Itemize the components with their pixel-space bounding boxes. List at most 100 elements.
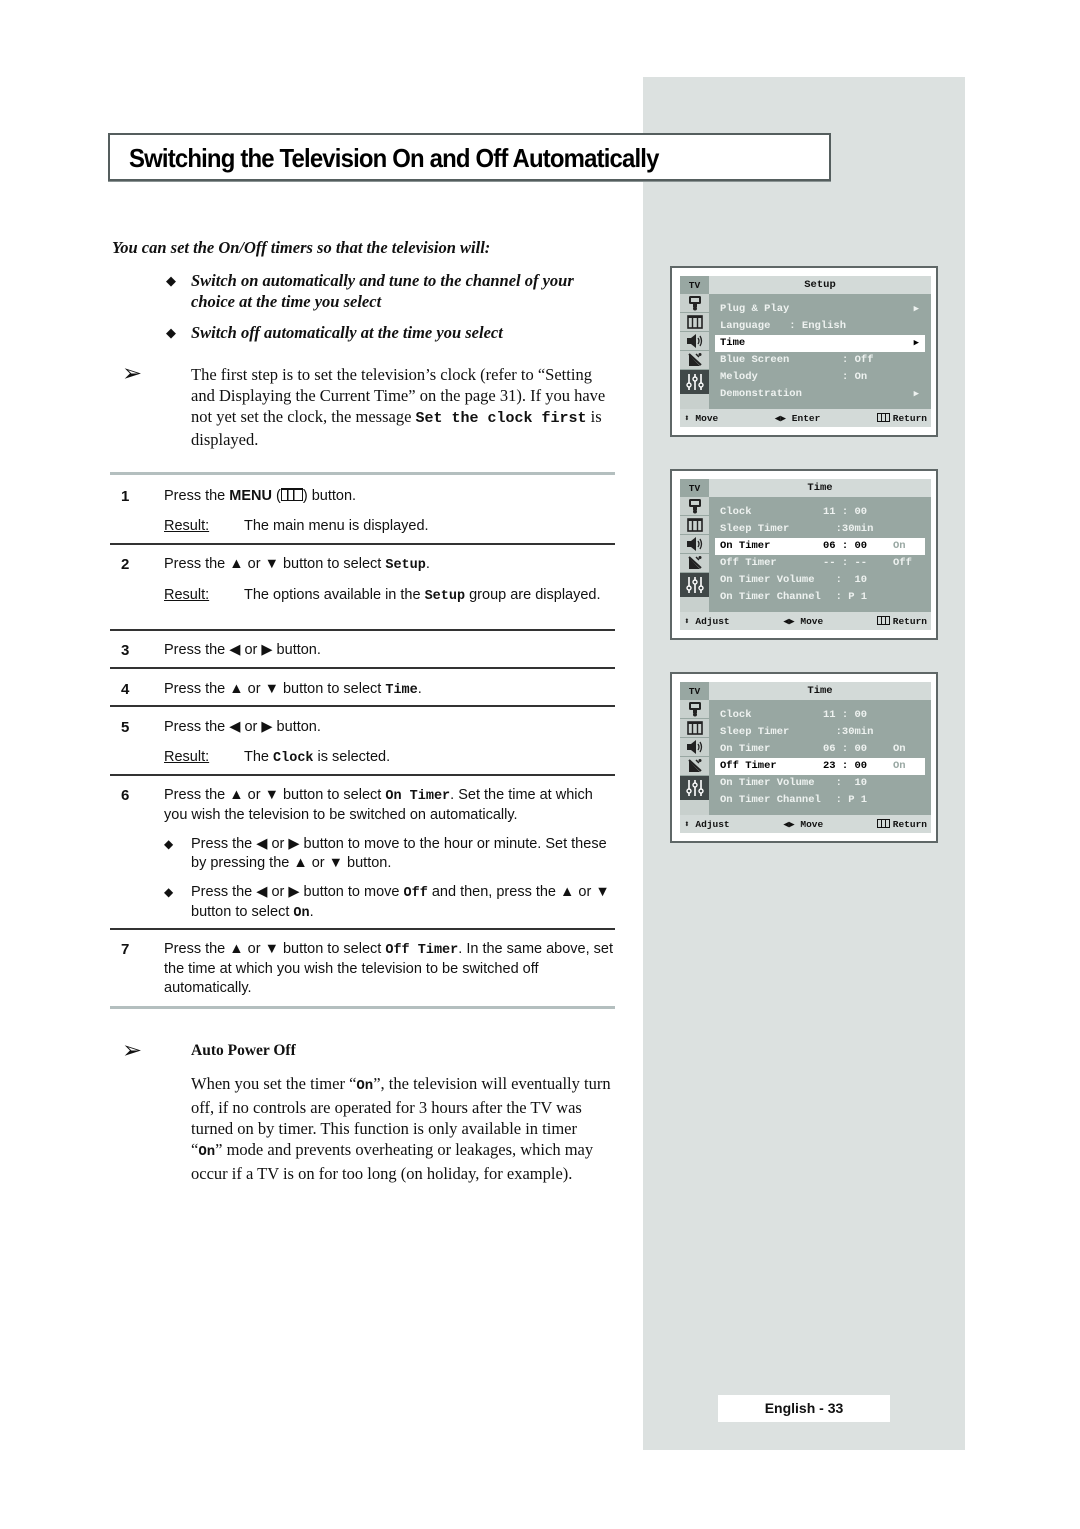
osd-menu: TV Setup Plug & Play ▶ Language : English Tim…	[680, 276, 931, 427]
osd-menu-item[interactable]: On Timer Volume : 10	[715, 572, 925, 589]
osd-item-value: : 10	[823, 777, 868, 789]
step-divider	[110, 774, 615, 776]
osd-item-label: Sleep Timer	[720, 726, 790, 738]
osd-item-value: : Off	[842, 354, 874, 366]
osd-menu-item[interactable]: Plug & Play ▶	[715, 301, 925, 318]
section-divider	[110, 1006, 615, 1009]
osd-item-value: :30min	[823, 726, 874, 738]
osd-menu-item[interactable]: Demonstration ▶	[715, 386, 925, 403]
step-1: 1 Press the MENU () button. Result: The m…	[121, 488, 429, 534]
osd-item-value: :30min	[823, 523, 874, 535]
osd-item-label: Demonstration	[720, 388, 802, 400]
intro-bullet: ◆ Switch off automatically at the time y…	[166, 323, 503, 342]
menu-icon	[280, 488, 303, 501]
step-divider	[110, 629, 615, 631]
osd-item-value: : 10	[823, 574, 868, 586]
osd-menu-item[interactable]: Language : English	[715, 318, 925, 335]
osd-item-value: 06 : 00	[823, 540, 868, 552]
step-divider	[110, 705, 615, 707]
osd-item-value: : P 1	[823, 591, 868, 603]
osd-menu-item[interactable]: Off Timer 23 : 00 On	[715, 758, 925, 775]
osd-item-state: On	[893, 760, 906, 772]
osd-item-value: 06 : 00	[823, 743, 868, 755]
osd-item-label: Time	[720, 337, 746, 349]
osd-item-value: : On	[842, 371, 868, 383]
osd-menu-item[interactable]: Melody : On	[715, 369, 925, 386]
antenna-icon	[680, 351, 709, 370]
submenu-arrow-icon: ▶	[913, 389, 919, 399]
page-number: English - 33	[718, 1395, 890, 1422]
antenna-icon	[680, 757, 709, 776]
osd-item-label: On Timer Channel	[720, 591, 821, 603]
footer-hint-return: Return	[876, 615, 927, 627]
osd-menu-item[interactable]: Sleep Timer :30min	[715, 521, 925, 538]
section-divider	[110, 472, 615, 475]
step-6-sub-bullet: ◆ Press the ◀ or ▶ button to move Off an…	[164, 884, 610, 921]
osd-footer: ⬍ Move ◀▶ Enter Return	[680, 409, 931, 427]
osd-tv-label: TV	[680, 479, 709, 497]
auto-power-off-text: When you set the timer “On”, the televis…	[191, 1074, 611, 1183]
osd-menu-item[interactable]: Blue Screen : Off	[715, 352, 925, 369]
osd-item-label: On Timer Volume	[720, 777, 815, 789]
osd-item-value: 11 : 00	[823, 709, 868, 721]
diamond-icon: ◆	[164, 837, 174, 851]
osd-title: Time	[807, 685, 833, 697]
osd-menu-item[interactable]: Off Timer -- : -- Off	[715, 555, 925, 572]
footer-hint-return: Return	[876, 818, 927, 830]
osd-item-list: Clock 11 : 00 Sleep Timer :30min On Timer 06…	[709, 700, 931, 815]
osd-item-value: 11 : 00	[823, 506, 868, 518]
osd-item-label: On Timer Channel	[720, 794, 821, 806]
osd-menu-item[interactable]: Time ▶	[715, 335, 925, 352]
osd-item-state: Off	[893, 557, 912, 569]
osd-menu-item[interactable]: Sleep Timer :30min	[715, 724, 925, 741]
osd-menu: TV Time Clock 11 : 00 Sleep Timer :30min On T…	[680, 682, 931, 833]
step-4: 4 Press the ▲ or ▼ button to select Time…	[121, 681, 422, 698]
auto-power-off-heading: Auto Power Off	[191, 1042, 296, 1059]
setup-sliders-icon	[680, 573, 709, 597]
osd-menu-item[interactable]: On Timer Channel : P 1	[715, 792, 925, 809]
osd-item-label: Sleep Timer	[720, 523, 790, 535]
osd-item-label: Melody	[720, 371, 758, 383]
osd-menu-item[interactable]: On Timer 06 : 00 On	[715, 538, 925, 555]
osd-icon-column	[680, 700, 709, 815]
diamond-icon: ◆	[166, 325, 176, 340]
step-divider	[110, 928, 615, 930]
osd-footer: ⬍ Adjust ◀▶ Move Return	[680, 612, 931, 630]
setup-sliders-icon	[680, 776, 709, 800]
osd-menu-item[interactable]: Clock 11 : 00	[715, 504, 925, 521]
osd-menu-item[interactable]: On Timer Channel : P 1	[715, 589, 925, 606]
osd-item-label: On Timer Volume	[720, 574, 815, 586]
osd-tv-label: TV	[680, 276, 709, 294]
step-5: 5 Press the ◀ or ▶ button. Result: The Cl…	[121, 719, 391, 766]
osd-header: TV Time	[680, 479, 931, 497]
message-code: Set the clock first	[415, 410, 587, 427]
footer-hint-leftright: ◀▶ Move	[783, 818, 824, 830]
osd-icon-column	[680, 294, 709, 409]
footer-return-label: Return	[892, 818, 927, 830]
osd-item-state: On	[893, 540, 906, 552]
osd-screen-1: TV Setup Plug & Play ▶ Language : English Tim…	[670, 266, 938, 437]
sound-icon	[680, 332, 709, 351]
step-2: 2 Press the ▲ or ▼ button to select Setu…	[121, 556, 601, 604]
osd-header: TV Time	[680, 682, 931, 700]
osd-item-label: Clock	[720, 506, 752, 518]
osd-header: TV Setup	[680, 276, 931, 294]
osd-title: Setup	[804, 279, 836, 291]
menu-channel-icon	[680, 516, 709, 535]
osd-menu-item[interactable]: On Timer Volume : 10	[715, 775, 925, 792]
footer-hint-leftright: ◀▶ Move	[783, 615, 824, 627]
intro-bullet: ◆ Switch on automatically and tune to th…	[166, 271, 574, 311]
submenu-arrow-icon: ▶	[913, 338, 919, 348]
osd-item-label: Blue Screen	[720, 354, 790, 366]
osd-item-state: On	[893, 743, 906, 755]
note-arrow-icon: ➢	[122, 1037, 143, 1064]
step-6-sub-bullet: ◆ Press the ◀ or ▶ button to move to the…	[164, 836, 607, 871]
step-3: 3 Press the ◀ or ▶ button.	[121, 642, 321, 659]
menu-channel-icon	[680, 719, 709, 738]
osd-menu-item[interactable]: On Timer 06 : 00 On	[715, 741, 925, 758]
osd-title: Time	[807, 482, 833, 494]
title-box: Switching the Television On and Off Auto…	[108, 133, 831, 181]
osd-menu-item[interactable]: Clock 11 : 00	[715, 707, 925, 724]
osd-footer: ⬍ Adjust ◀▶ Move Return	[680, 815, 931, 833]
osd-item-label: On Timer	[720, 540, 771, 552]
